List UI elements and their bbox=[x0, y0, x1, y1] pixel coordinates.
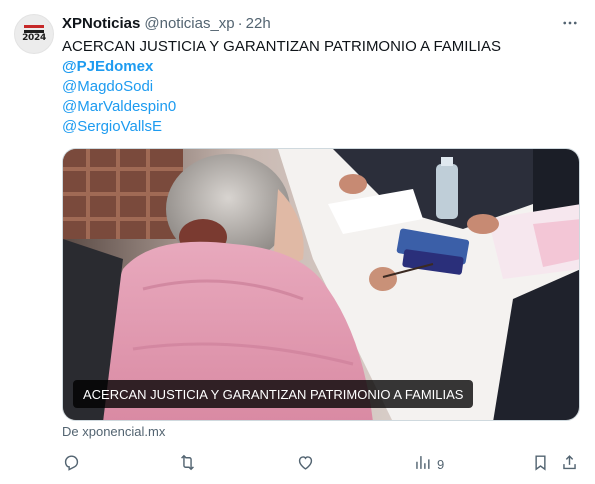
like-button[interactable] bbox=[296, 452, 315, 476]
retweet-button[interactable] bbox=[178, 452, 197, 476]
retweet-icon bbox=[178, 453, 197, 475]
author-name[interactable]: XPNoticias bbox=[62, 15, 140, 32]
media-caption: ACERCAN JUSTICIA Y GARANTIZAN PATRIMONIO… bbox=[73, 380, 474, 408]
like-icon bbox=[296, 453, 315, 475]
avatar-logo-text: 2024 bbox=[22, 33, 46, 43]
views-button[interactable]: 9 bbox=[413, 452, 444, 476]
share-button[interactable] bbox=[560, 452, 579, 476]
separator: · bbox=[237, 14, 243, 32]
reply-button[interactable] bbox=[62, 452, 81, 476]
mention-link[interactable]: @PJEdomex bbox=[62, 57, 581, 77]
tweet-text-line: ACERCAN JUSTICIA Y GARANTIZAN PATRIMONIO… bbox=[62, 38, 501, 55]
more-icon[interactable] bbox=[559, 13, 581, 33]
views-icon bbox=[413, 453, 432, 475]
action-bar: 9 bbox=[62, 452, 582, 476]
tweet-media[interactable]: ACERCAN JUSTICIA Y GARANTIZAN PATRIMONIO… bbox=[62, 148, 580, 421]
mention-link[interactable]: @MarValdespin0 bbox=[62, 97, 581, 117]
share-icon bbox=[560, 453, 579, 475]
mention-link[interactable]: @MagdoSodi bbox=[62, 77, 581, 97]
link-source[interactable]: De xponencial.mx bbox=[62, 424, 165, 439]
reply-icon bbox=[62, 453, 81, 475]
logo-mark bbox=[24, 25, 44, 33]
tweet-header: XPNoticias @noticias_xp · 22h bbox=[62, 13, 581, 33]
timestamp[interactable]: 22h bbox=[246, 15, 271, 32]
bookmark-icon bbox=[531, 453, 550, 475]
bookmark-button[interactable] bbox=[531, 452, 550, 476]
mention-link[interactable]: @SergioVallsE bbox=[62, 117, 581, 137]
avatar[interactable]: 2024 bbox=[14, 14, 54, 54]
author-handle[interactable]: @noticias_xp bbox=[144, 15, 234, 32]
views-count: 9 bbox=[437, 456, 445, 472]
tweet-text: ACERCAN JUSTICIA Y GARANTIZAN PATRIMONIO… bbox=[62, 37, 581, 137]
